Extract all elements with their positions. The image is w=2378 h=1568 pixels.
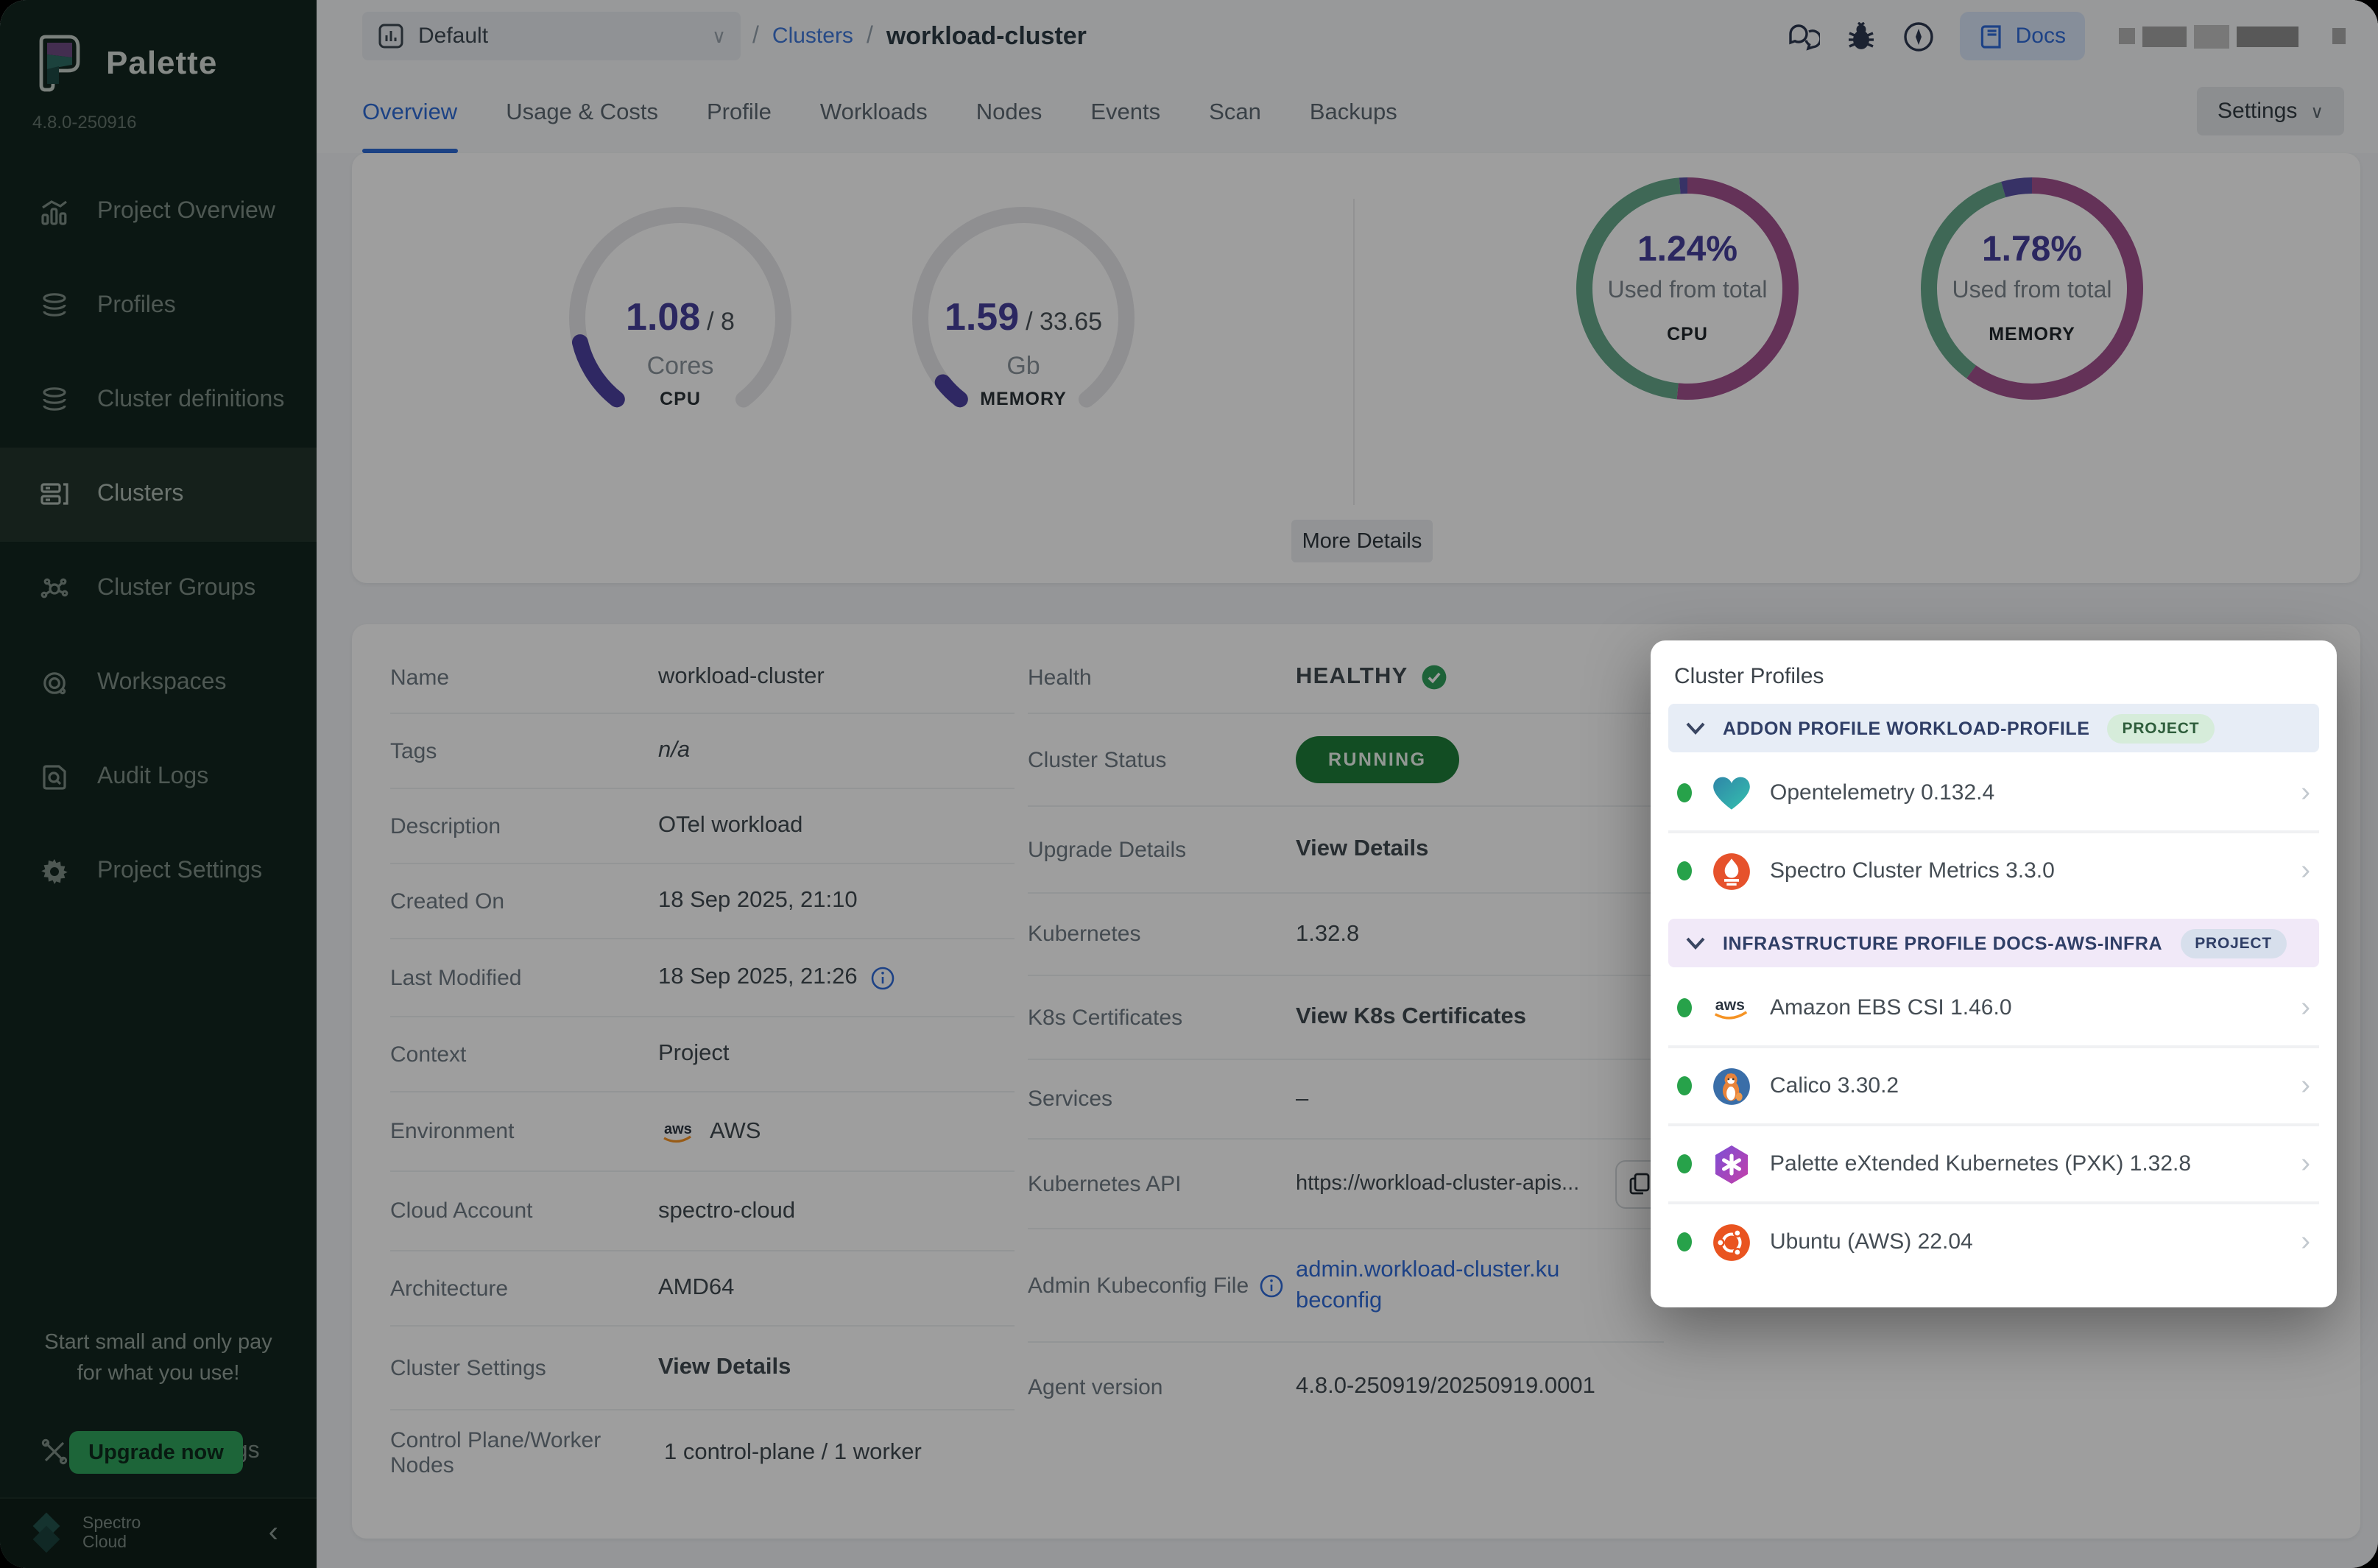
app-window: Palette 4.8.0-250916 Project Overview Pr… [0,0,2378,1568]
profile-item-calico[interactable]: Calico 3.30.2 › [1668,1048,2319,1126]
profile-item-label: Calico 3.30.2 [1770,1073,2282,1098]
profile-item-label: Amazon EBS CSI 1.46.0 [1770,995,2282,1020]
panel-title: Cluster Profiles [1651,640,2337,704]
addon-profile-items: Opentelemetry 0.132.4 › Spectro Cluster … [1668,755,2319,908]
prometheus-icon [1711,851,1751,891]
status-dot [1677,1232,1692,1251]
profile-item-opentelemetry[interactable]: Opentelemetry 0.132.4 › [1668,755,2319,833]
pxk-icon [1711,1144,1751,1184]
status-dot [1677,1076,1692,1095]
profile-item-ubuntu[interactable]: Ubuntu (AWS) 22.04 › [1668,1204,2319,1279]
profile-item-label: Spectro Cluster Metrics 3.3.0 [1770,858,2282,883]
section-header-label: ADDON PROFILE WORKLOAD-PROFILE [1723,718,2090,738]
profile-item-label: Opentelemetry 0.132.4 [1770,780,2282,805]
screen: Palette 4.8.0-250916 Project Overview Pr… [0,0,2378,1568]
status-dot [1677,998,1692,1017]
chevron-right-icon: › [2301,855,2310,887]
status-dot [1677,861,1692,880]
profile-item-label: Ubuntu (AWS) 22.04 [1770,1229,2282,1254]
infrastructure-profile-items: aws Amazon EBS CSI 1.46.0 › Calico 3.30.… [1668,970,2319,1279]
chevron-down-icon [1686,936,1705,950]
cluster-profiles-panel: Cluster Profiles ADDON PROFILE WORKLOAD-… [1651,640,2337,1307]
status-dot [1677,783,1692,802]
chevron-right-icon: › [2301,1070,2310,1102]
opentelemetry-icon [1711,773,1751,813]
status-dot [1677,1154,1692,1173]
profile-item-amazon-ebs-csi[interactable]: aws Amazon EBS CSI 1.46.0 › [1668,970,2319,1048]
aws-icon: aws [1711,988,1751,1028]
chevron-right-icon: › [2301,777,2310,809]
profile-item-label: Palette eXtended Kubernetes (PXK) 1.32.8 [1770,1151,2282,1176]
chevron-right-icon: › [2301,1226,2310,1258]
ubuntu-icon [1711,1222,1751,1262]
chevron-right-icon: › [2301,992,2310,1024]
svg-text:aws: aws [1715,996,1745,1013]
infrastructure-profile-section-header[interactable]: INFRASTRUCTURE PROFILE DOCS-AWS-INFRA PR… [1668,919,2319,967]
section-header-label: INFRASTRUCTURE PROFILE DOCS-AWS-INFRA [1723,933,2162,953]
chevron-right-icon: › [2301,1148,2310,1180]
calico-icon [1711,1066,1751,1106]
profile-item-spectro-cluster-metrics[interactable]: Spectro Cluster Metrics 3.3.0 › [1668,833,2319,908]
chevron-down-icon [1686,721,1705,735]
project-badge: PROJECT [2108,713,2215,743]
project-badge: PROJECT [2180,928,2287,958]
profile-item-pxk[interactable]: Palette eXtended Kubernetes (PXK) 1.32.8… [1668,1126,2319,1204]
addon-profile-section-header[interactable]: ADDON PROFILE WORKLOAD-PROFILE PROJECT [1668,704,2319,752]
